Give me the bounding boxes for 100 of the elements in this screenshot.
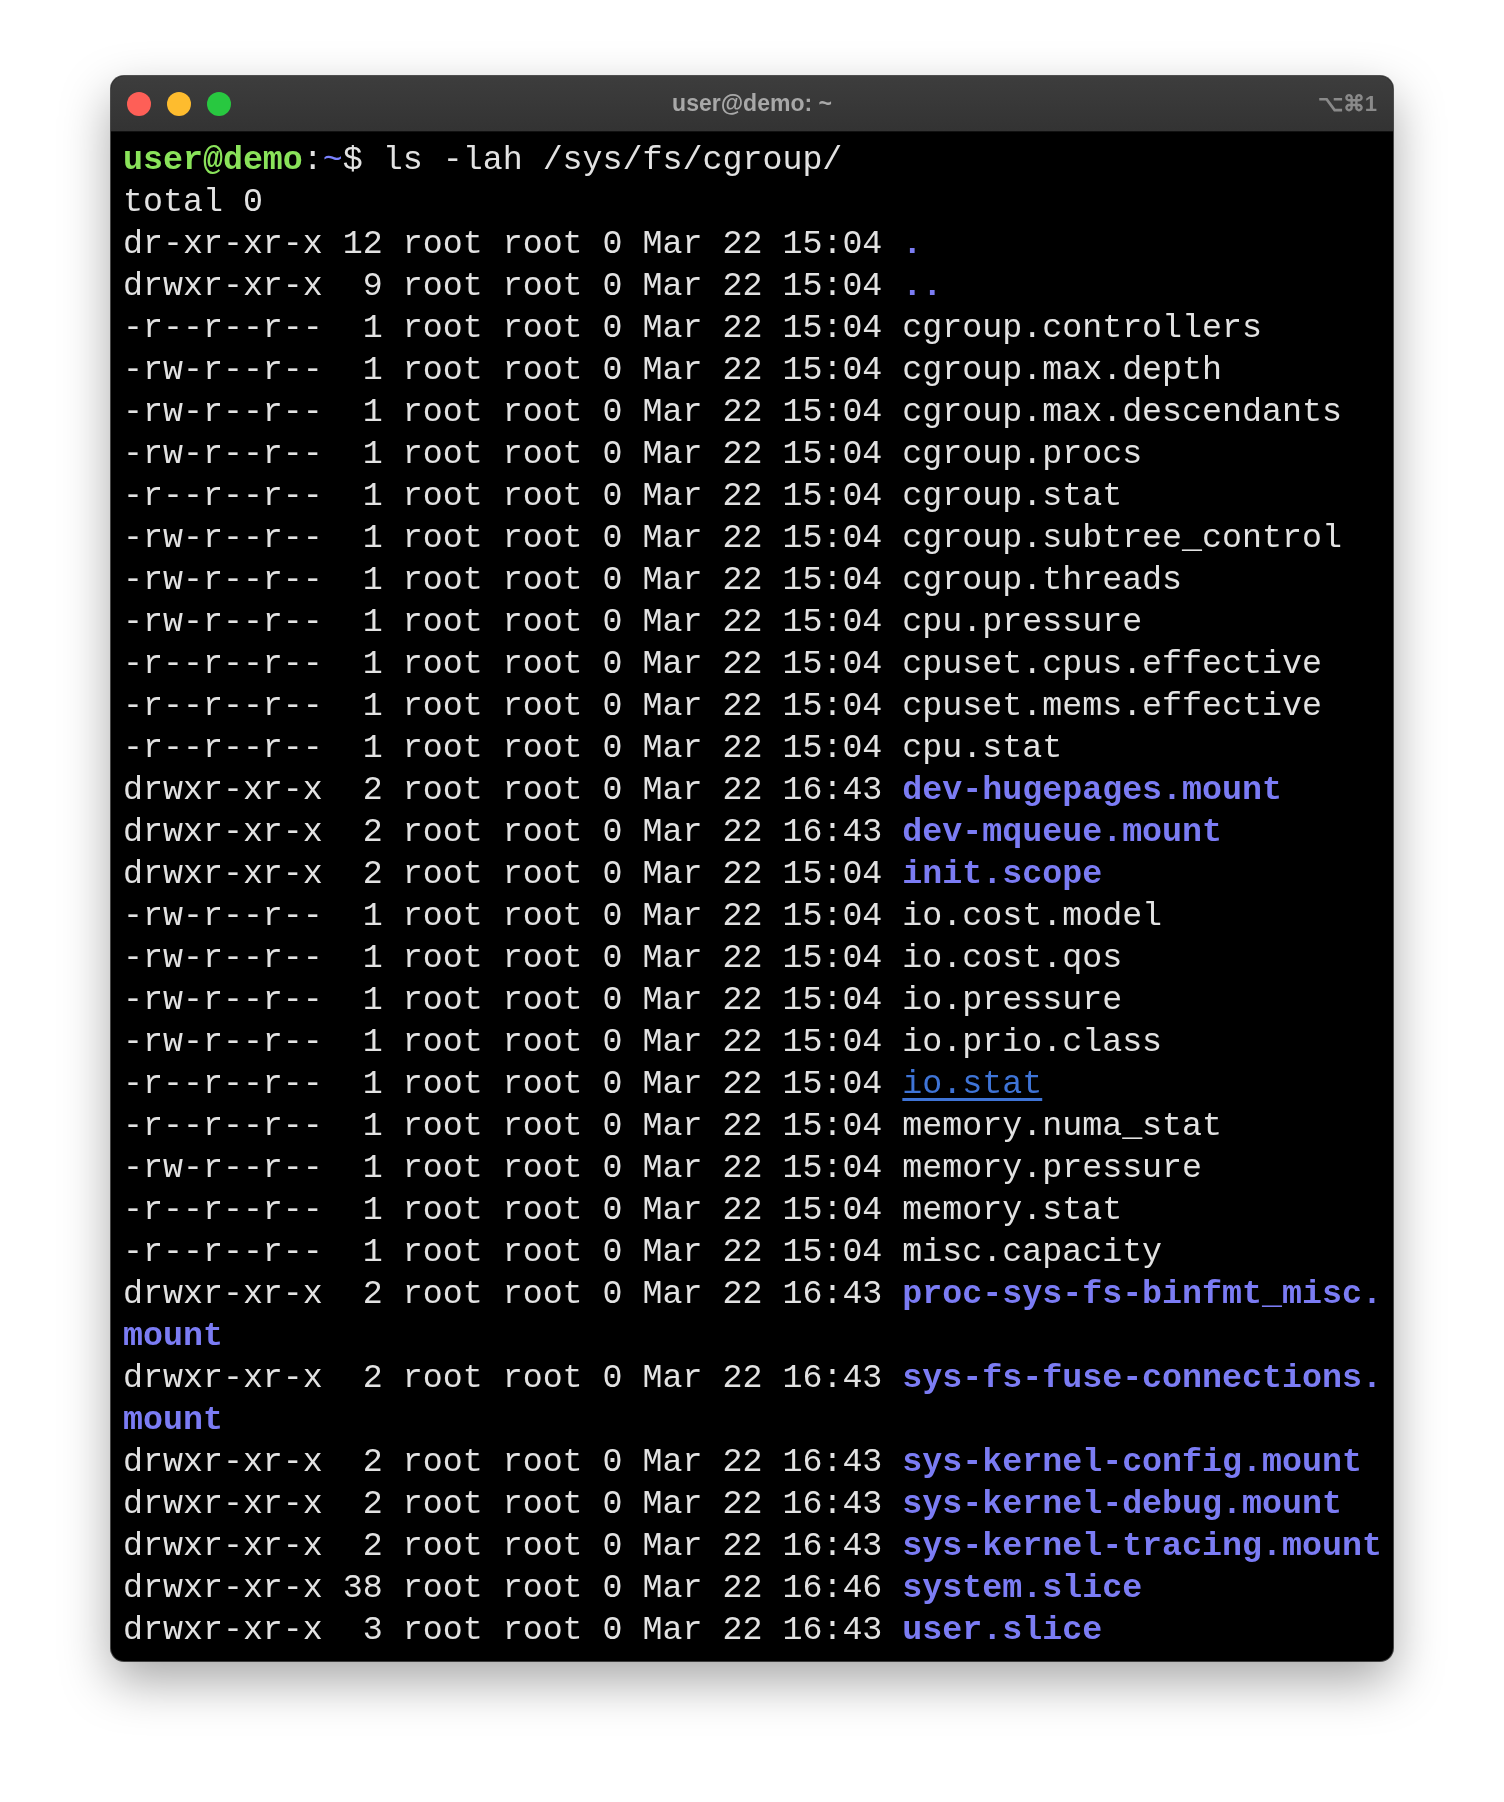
- owner-text: root: [402, 897, 483, 935]
- size-text: 0: [602, 1149, 623, 1187]
- link-count: 2: [361, 1526, 383, 1567]
- prompt-separator: :: [302, 141, 323, 179]
- link-count: 38: [342, 1568, 383, 1609]
- permissions-text: -rw-r--r--: [123, 981, 323, 1019]
- owner-text: root: [402, 309, 483, 347]
- date-text: Mar 22: [642, 1149, 763, 1187]
- size-text: 0: [602, 603, 623, 641]
- file-name: io.pressure: [902, 981, 1123, 1019]
- permissions-text: drwxr-xr-x: [123, 1527, 323, 1565]
- date-text: Mar 22: [642, 687, 763, 725]
- size-text: 0: [602, 1233, 623, 1271]
- directory-name: .: [902, 225, 923, 263]
- time-text: 16:43: [782, 1275, 883, 1313]
- file-name: cgroup.stat: [902, 477, 1123, 515]
- group-text: root: [502, 855, 583, 893]
- directory-name: sys-kernel-tracing.mount: [902, 1527, 1382, 1565]
- permissions-text: drwxr-xr-x: [123, 1485, 323, 1523]
- permissions-text: -rw-r--r--: [123, 519, 323, 557]
- date-text: Mar 22: [642, 435, 763, 473]
- group-text: root: [502, 1107, 583, 1145]
- owner-text: root: [402, 1527, 483, 1565]
- date-text: Mar 22: [642, 981, 763, 1019]
- owner-text: root: [402, 603, 483, 641]
- directory-name: sys-fs-fuse-connections.: [902, 1359, 1382, 1397]
- time-text: 15:04: [782, 225, 883, 263]
- time-text: 15:04: [782, 897, 883, 935]
- group-text: root: [502, 603, 583, 641]
- directory-name: system.slice: [902, 1569, 1143, 1607]
- file-name: cgroup.threads: [902, 561, 1183, 599]
- group-text: root: [502, 1611, 583, 1649]
- owner-text: root: [402, 1359, 483, 1397]
- directory-name: init.scope: [902, 855, 1103, 893]
- link-count: 1: [361, 938, 383, 979]
- link-count: 1: [361, 1190, 383, 1231]
- group-text: root: [502, 435, 583, 473]
- owner-text: root: [402, 1233, 483, 1271]
- date-text: Mar 22: [642, 519, 763, 557]
- time-text: 15:04: [782, 1107, 883, 1145]
- group-text: root: [502, 519, 583, 557]
- directory-name: ..: [902, 267, 943, 305]
- command-text: ls -lah /sys/fs/cgroup/: [382, 141, 843, 179]
- owner-text: root: [402, 393, 483, 431]
- link-count: 1: [361, 518, 383, 559]
- link-count: 1: [361, 1064, 383, 1105]
- date-text: Mar 22: [642, 939, 763, 977]
- file-name: cgroup.controllers: [902, 309, 1262, 347]
- size-text: 0: [602, 897, 623, 935]
- time-text: 15:04: [782, 1065, 883, 1103]
- file-name: cgroup.max.depth: [902, 351, 1223, 389]
- directory-name: dev-mqueue.mount: [902, 813, 1223, 851]
- link-count: 12: [342, 224, 383, 265]
- date-text: Mar 22: [642, 1233, 763, 1271]
- owner-text: root: [402, 1569, 483, 1607]
- size-text: 0: [602, 267, 623, 305]
- permissions-text: drwxr-xr-x: [123, 1359, 323, 1397]
- date-text: Mar 22: [642, 897, 763, 935]
- permissions-text: drwxr-xr-x: [123, 771, 323, 809]
- group-text: root: [502, 561, 583, 599]
- link-count: 1: [361, 602, 383, 643]
- file-name: cpu.pressure: [902, 603, 1143, 641]
- time-text: 15:04: [782, 1233, 883, 1271]
- time-text: 16:43: [782, 1527, 883, 1565]
- directory-name-continuation: mount: [123, 1317, 223, 1355]
- time-text: 16:43: [782, 813, 883, 851]
- link-count: 1: [361, 308, 383, 349]
- group-text: root: [502, 897, 583, 935]
- minimize-button[interactable]: [167, 91, 191, 116]
- date-text: Mar 22: [642, 813, 763, 851]
- group-text: root: [502, 1191, 583, 1229]
- link-count: 1: [361, 392, 383, 433]
- group-text: root: [502, 267, 583, 305]
- size-text: 0: [602, 1485, 623, 1523]
- owner-text: root: [402, 981, 483, 1019]
- group-text: root: [502, 729, 583, 767]
- permissions-text: drwxr-xr-x: [123, 855, 323, 893]
- time-text: 15:04: [782, 351, 883, 389]
- window-title: user@demo: ~: [672, 90, 832, 116]
- link-count: 2: [361, 812, 383, 853]
- permissions-text: drwxr-xr-x: [123, 1611, 323, 1649]
- close-button[interactable]: [127, 91, 151, 116]
- size-text: 0: [602, 309, 623, 347]
- size-text: 0: [602, 939, 623, 977]
- zoom-button[interactable]: [207, 91, 231, 116]
- file-name: cgroup.procs: [902, 435, 1143, 473]
- link-count: 1: [361, 1232, 383, 1273]
- permissions-text: -r--r--r--: [123, 729, 323, 767]
- date-text: Mar 22: [642, 1443, 763, 1481]
- group-text: root: [502, 813, 583, 851]
- prompt-path: ~: [322, 141, 343, 179]
- link-count: 1: [361, 1106, 383, 1147]
- directory-name-continuation: mount: [123, 1401, 223, 1439]
- size-text: 0: [602, 1359, 623, 1397]
- permissions-text: -rw-r--r--: [123, 939, 323, 977]
- size-text: 0: [602, 771, 623, 809]
- owner-text: root: [402, 1611, 483, 1649]
- group-text: root: [502, 1569, 583, 1607]
- file-name: cpuset.mems.effective: [902, 687, 1322, 725]
- time-text: 15:04: [782, 393, 883, 431]
